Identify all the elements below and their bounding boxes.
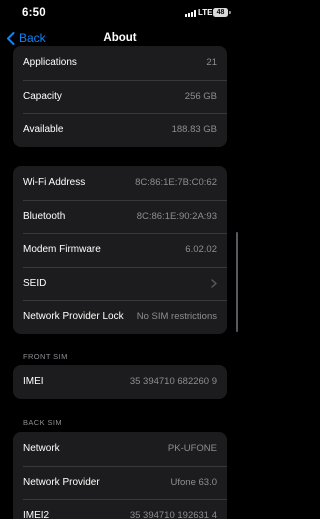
front-sim-header: FRONT SIM xyxy=(23,352,68,361)
available-label: Available xyxy=(23,124,64,136)
imei2-value: 35 394710 192631 4 xyxy=(129,510,217,519)
network-label: Network xyxy=(23,443,60,455)
row-applications: Applications 21 xyxy=(13,46,227,80)
network-provider-value: Ufone 63.0 xyxy=(170,476,217,488)
row-imei2[interactable]: IMEI2 35 394710 192631 4 xyxy=(13,499,227,519)
capacity-value: 256 GB xyxy=(184,90,217,102)
scroll-indicator[interactable] xyxy=(235,232,238,332)
wifi-address-label: Wi-Fi Address xyxy=(23,177,86,189)
row-network[interactable]: Network PK-UFONE xyxy=(13,432,227,466)
applications-label: Applications xyxy=(23,57,77,69)
about-screen: 6:50 LTE 48 Back About Applications 21 C… xyxy=(0,0,240,519)
network-value: PK-UFONE xyxy=(167,443,217,455)
row-wifi-address[interactable]: Wi-Fi Address 8C:86:1E:7B:C0:62 xyxy=(13,166,227,200)
imei-value: 35 394710 682260 9 xyxy=(129,376,217,388)
network-provider-label: Network Provider xyxy=(23,476,100,488)
row-capacity: Capacity 256 GB xyxy=(13,79,227,114)
storage-group: Applications 21 Capacity 256 GB Availabl… xyxy=(13,46,227,147)
imei2-label: IMEI2 xyxy=(23,510,50,519)
row-available: Available 188.83 GB xyxy=(13,113,227,147)
network-provider-lock-label: Network Provider Lock xyxy=(23,311,124,323)
back-sim-header: BACK SIM xyxy=(23,418,63,427)
capacity-label: Capacity xyxy=(23,90,62,102)
battery-tip xyxy=(229,11,231,14)
network-group: Wi-Fi Address 8C:86:1E:7B:C0:62 Bluetoot… xyxy=(13,166,227,334)
row-bluetooth[interactable]: Bluetooth 8C:86:1E:90:2A:93 xyxy=(13,199,227,234)
row-network-provider[interactable]: Network Provider Ufone 63.0 xyxy=(13,465,227,500)
back-sim-group: Network PK-UFONE Network Provider Ufone … xyxy=(13,432,227,519)
modem-firmware-label: Modem Firmware xyxy=(23,244,101,256)
cellular-signal-icon xyxy=(185,10,197,17)
status-time: 6:50 xyxy=(22,7,46,19)
chevron-right-icon xyxy=(211,279,217,288)
row-network-provider-lock[interactable]: Network Provider Lock No SIM restriction… xyxy=(13,300,227,334)
page-title: About xyxy=(103,32,137,44)
wifi-address-value: 8C:86:1E:7B:C0:62 xyxy=(135,177,217,189)
applications-value: 21 xyxy=(206,57,217,69)
seid-label: SEID xyxy=(23,277,47,289)
bluetooth-value: 8C:86:1E:90:2A:93 xyxy=(136,210,217,222)
network-type: LTE xyxy=(198,8,213,17)
bluetooth-label: Bluetooth xyxy=(23,210,66,222)
battery-icon: 48 xyxy=(213,8,228,17)
status-bar: 6:50 LTE 48 xyxy=(0,0,240,26)
available-value: 188.83 GB xyxy=(171,124,217,136)
row-imei[interactable]: IMEI 35 394710 682260 9 xyxy=(13,365,227,399)
row-seid[interactable]: SEID xyxy=(13,266,227,301)
front-sim-group: IMEI 35 394710 682260 9 xyxy=(13,365,227,399)
imei-label: IMEI xyxy=(23,376,44,388)
network-provider-lock-value: No SIM restrictions xyxy=(136,311,217,323)
modem-firmware-value: 6.02.02 xyxy=(185,244,217,256)
row-modem-firmware[interactable]: Modem Firmware 6.02.02 xyxy=(13,233,227,267)
